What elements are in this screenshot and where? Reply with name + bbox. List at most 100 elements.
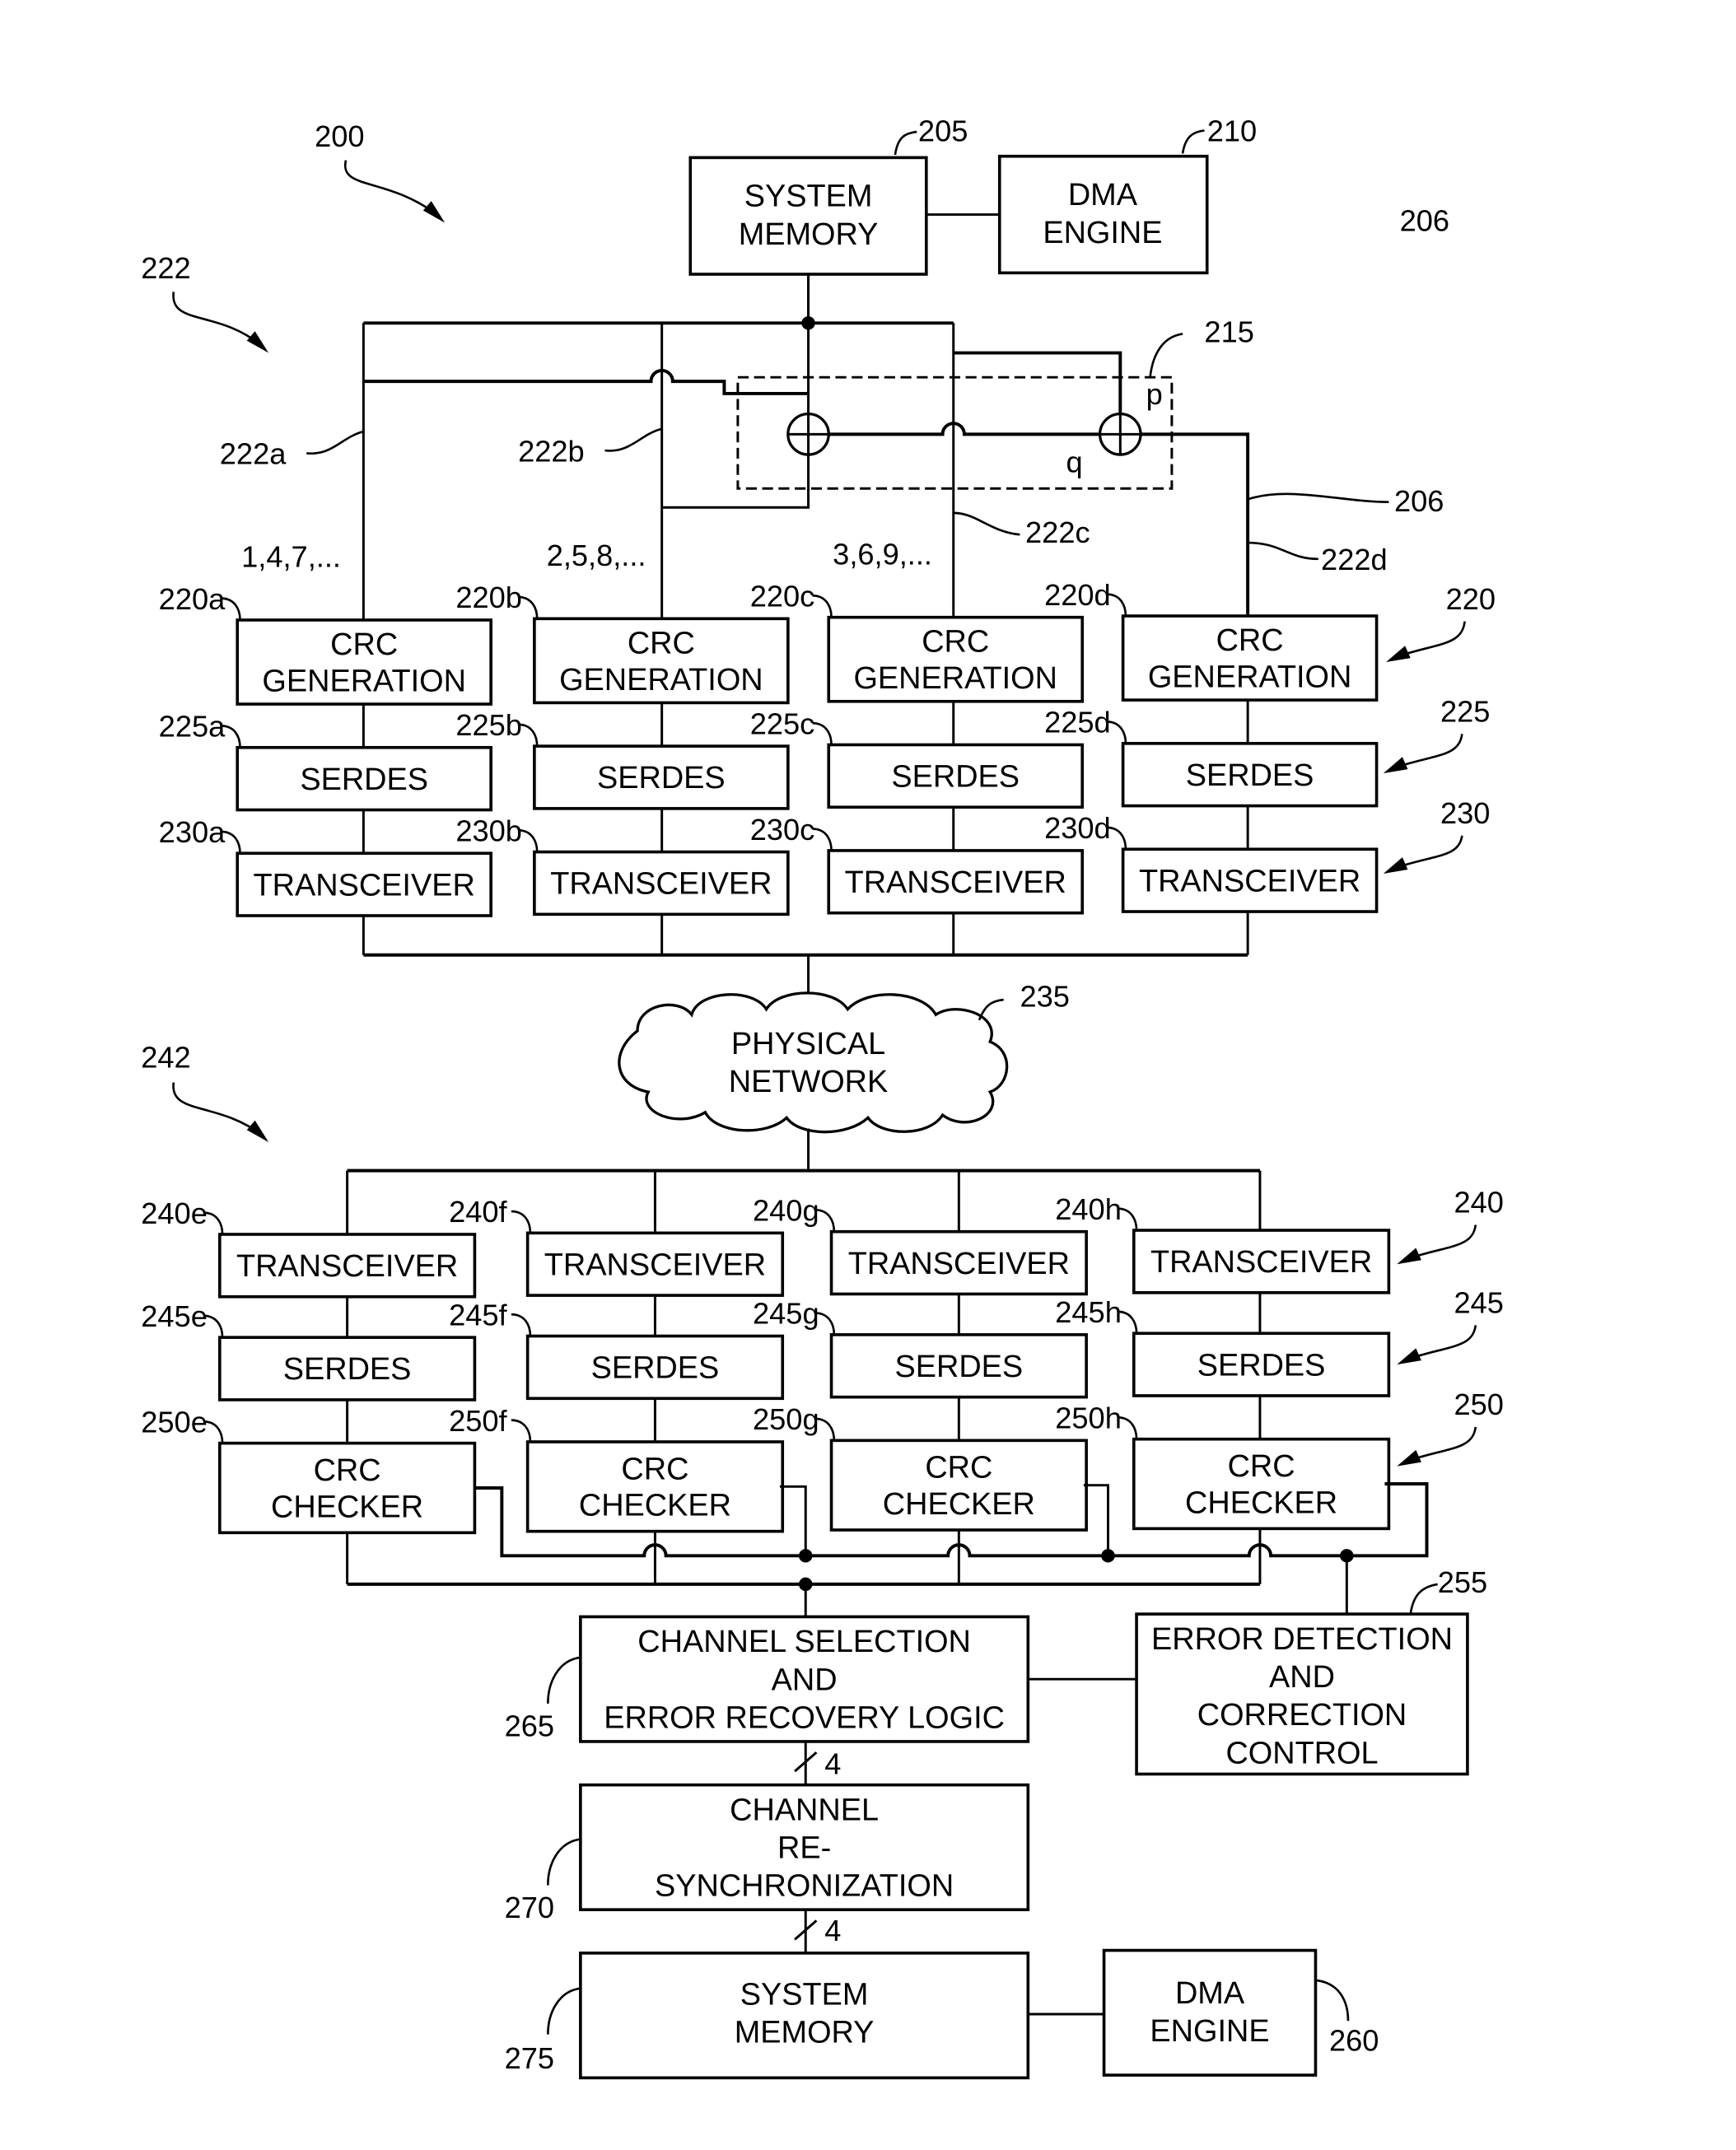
ref-label: 250g	[753, 1402, 819, 1436]
serdes-block: SERDES 245e	[141, 1299, 477, 1401]
svg-text:RE-: RE-	[777, 1831, 831, 1866]
transceiver-block: TRANSCEIVER 230d	[1044, 811, 1379, 913]
svg-text:SYSTEM: SYSTEM	[744, 180, 873, 214]
crc-generation-block: CRCGENERATION 220a	[159, 582, 492, 706]
group-ref-225: 225	[1383, 694, 1490, 774]
svg-text:GENERATION: GENERATION	[1148, 660, 1352, 694]
svg-text:SERDES: SERDES	[300, 763, 428, 797]
svg-text:ENGINE: ENGINE	[1043, 216, 1162, 250]
resync-270: CHANNEL RE- SYNCHRONIZATION 270	[505, 1783, 1030, 1924]
ref-label: 225b	[455, 708, 522, 742]
transmit-lane: CRCGENERATION 220b SERDES 225b TRANSCEIVER 23…	[455, 581, 790, 955]
parity-block-215: p q 215	[736, 315, 1254, 490]
arrowhead-icon	[1383, 757, 1408, 774]
channel-selection-265: CHANNEL SELECTION AND ERROR RECOVERY LOG…	[505, 1615, 1030, 1743]
ref-label: 240f	[449, 1195, 507, 1229]
ref-label: 210	[1207, 114, 1257, 148]
svg-text:SERDES: SERDES	[591, 1351, 720, 1386]
receive-lane: TRANSCEIVER 240e SERDES 245e CRCCHECKER 250e	[141, 1170, 477, 1535]
crc-generation-block: CRCGENERATION 220b	[455, 581, 790, 705]
svg-text:CRC: CRC	[621, 1452, 688, 1486]
transmit-lane: CRCGENERATION 220a SERDES 225a TRANSCEIVER 23…	[159, 582, 492, 955]
serdes-block: SERDES 225a	[159, 710, 492, 812]
svg-text:TRANSCEIVER: TRANSCEIVER	[1139, 864, 1360, 898]
group-ref-230: 230	[1383, 796, 1490, 874]
svg-text:CHANNEL SELECTION: CHANNEL SELECTION	[637, 1625, 971, 1659]
svg-text:CHECKER: CHECKER	[271, 1490, 423, 1524]
arrowhead-icon	[1397, 1248, 1421, 1265]
svg-text:245: 245	[1454, 1286, 1503, 1320]
ref-label: 230b	[455, 814, 522, 847]
group-ref-250: 250	[1397, 1387, 1504, 1467]
ref-label: 250e	[141, 1405, 208, 1439]
arrowhead-icon	[1397, 1449, 1421, 1467]
svg-text:222c: 222c	[1025, 515, 1090, 549]
svg-text:222d: 222d	[1321, 543, 1388, 576]
transceiver-block: TRANSCEIVER 230c	[750, 813, 1085, 915]
svg-text:4: 4	[824, 1914, 841, 1947]
xor-icon	[786, 413, 830, 456]
svg-text:206: 206	[1394, 484, 1444, 518]
svg-text:CRC: CRC	[1228, 1449, 1295, 1484]
arrowhead-icon	[1383, 857, 1408, 874]
crc-checker-block: CRCCHECKER 250g	[753, 1402, 1088, 1532]
ref-label: 220c	[750, 580, 815, 613]
serdes-block: SERDES 245h	[1055, 1295, 1391, 1397]
svg-text:GENERATION: GENERATION	[853, 661, 1057, 696]
serdes-block: SERDES 225d	[1044, 706, 1379, 808]
svg-text:CRC: CRC	[925, 1451, 992, 1485]
svg-text:250: 250	[1454, 1387, 1503, 1421]
svg-text:CRC: CRC	[922, 625, 989, 660]
svg-text:SYNCHRONIZATION: SYNCHRONIZATION	[655, 1869, 954, 1904]
junction-dot	[799, 1549, 813, 1563]
svg-text:222a: 222a	[220, 437, 287, 471]
svg-text:NETWORK: NETWORK	[729, 1065, 888, 1099]
svg-text:SYSTEM: SYSTEM	[740, 1977, 869, 2012]
bus-width-marker-1: 4	[794, 1741, 841, 1785]
ref-label: 230a	[159, 815, 226, 849]
svg-text:GENERATION: GENERATION	[262, 664, 466, 698]
serdes-block: SERDES 245g	[753, 1297, 1088, 1399]
svg-text:TRANSCEIVER: TRANSCEIVER	[845, 865, 1066, 900]
svg-text:TRANSCEIVER: TRANSCEIVER	[544, 1248, 766, 1282]
group-ref-220: 220	[1386, 582, 1496, 663]
transmit-lane: CRCGENERATION 220c SERDES 225c TRANSCEIVER 23…	[750, 580, 1085, 955]
svg-text:1,4,7,...: 1,4,7,...	[241, 540, 341, 574]
arrowhead-icon	[246, 1120, 269, 1143]
svg-text:ENGINE: ENGINE	[1150, 2014, 1269, 2049]
ref-label: 245h	[1055, 1295, 1122, 1329]
svg-text:SERDES: SERDES	[894, 1350, 1023, 1384]
bus-width-marker-2: 4	[794, 1910, 841, 1953]
svg-text:3,6,9,...: 3,6,9,...	[833, 537, 932, 571]
svg-text:GENERATION: GENERATION	[559, 663, 763, 697]
checker-data-bus	[346, 1530, 1262, 1617]
svg-text:CORRECTION: CORRECTION	[1197, 1698, 1407, 1733]
ref-label: 265	[505, 1709, 554, 1742]
crc-generation-block: CRCGENERATION 220d	[1044, 578, 1379, 702]
svg-text:TRANSCEIVER: TRANSCEIVER	[254, 868, 475, 902]
ref-label: 220b	[455, 581, 522, 614]
svg-text:TRANSCEIVER: TRANSCEIVER	[1150, 1245, 1372, 1280]
svg-text:CONTROL: CONTROL	[1225, 1736, 1378, 1770]
ref-arrow-icon	[343, 160, 438, 216]
transmit-lanes: CRCGENERATION220aSERDES225aTRANSCEIVER23…	[159, 578, 1379, 955]
crc-checker-block: CRCCHECKER 250h	[1055, 1401, 1391, 1531]
receive-lane: TRANSCEIVER 240g SERDES 245g CRCCHECKER 250g	[753, 1170, 1088, 1532]
crc-generation-block: CRCGENERATION 220c	[750, 580, 1085, 703]
crc-checker-block: CRCCHECKER 250e	[141, 1405, 477, 1535]
transmit-lane: CRCGENERATION 220d SERDES 225d TRANSCEIVER 23…	[1044, 578, 1379, 955]
svg-text:DMA: DMA	[1068, 178, 1138, 212]
svg-text:4: 4	[824, 1747, 841, 1780]
ref-label: 230c	[750, 813, 815, 846]
svg-text:SERDES: SERDES	[597, 761, 726, 795]
ref-label: 215	[1204, 315, 1253, 348]
p-label: p	[1146, 377, 1163, 411]
svg-text:MEMORY: MEMORY	[739, 217, 879, 252]
svg-text:AND: AND	[772, 1663, 838, 1697]
ref-label: 225d	[1044, 706, 1111, 739]
ref-label: 245e	[141, 1299, 208, 1333]
system-memory-205: SYSTEM MEMORY 205	[688, 114, 968, 276]
svg-text:CRC: CRC	[330, 627, 398, 662]
svg-text:220: 220	[1446, 582, 1496, 616]
svg-text:CRC: CRC	[314, 1453, 381, 1488]
